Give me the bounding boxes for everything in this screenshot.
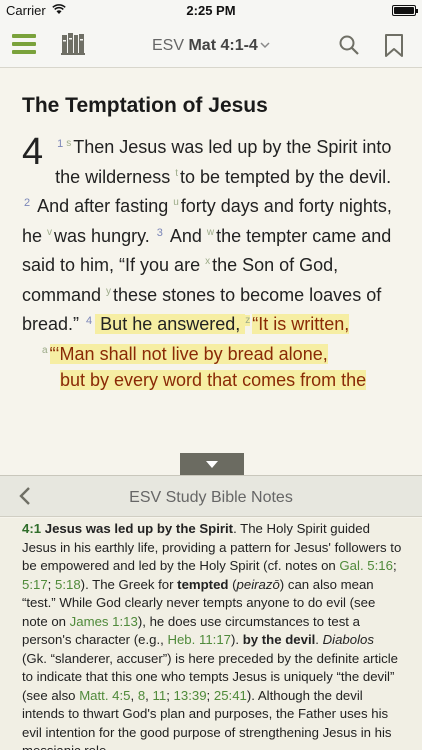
bible-reader[interactable]: The Temptation of Jesus 4 1 s Then Jesus w… [0,69,422,474]
words-of-christ[interactable]: “‘Man shall not live by bread alone, [49,343,328,364]
note-lemma: Jesus was led up by the Spirit [44,521,234,536]
quoted-poetry: a “‘Man shall not live by bread alone, bu… [22,338,407,394]
note-term: tempted [177,576,229,592]
highlighted-text[interactable]: But he answered, [95,314,246,334]
cross-ref-marker[interactable]: w [207,227,214,238]
battery-icon [392,5,418,16]
passage-text: 4 1 s Then Jesus was led up by the Spirit … [22,131,407,394]
top-toolbar: ESV Mat 4:1-4 [0,22,422,68]
cross-ref-marker[interactable]: t [175,168,178,179]
words-of-christ[interactable]: “It is written, [252,314,350,334]
scripture-link[interactable]: 13:39 [174,688,207,703]
library-icon[interactable] [60,32,86,56]
verse-text: was hungry. [54,225,155,246]
note-text: ; [47,576,55,592]
note-text: , [145,687,153,703]
verse-text: And after fasting [33,196,174,216]
scripture-link[interactable]: Heb. 11:17 [167,632,231,647]
study-note: 4:1 Jesus was led up by the Spirit. The … [0,518,422,750]
scripture-link[interactable]: Matt. 4:5 [79,688,130,703]
scripture-link[interactable]: 5:18 [55,577,81,592]
verse-number[interactable]: 2 [24,197,30,209]
note-text: ; [206,687,214,703]
passage-selector[interactable]: ESV Mat 4:1-4 [152,37,258,55]
bookmark-icon[interactable] [384,34,404,58]
passage-reference: Mat 4:1-4 [188,37,258,54]
cross-ref-marker[interactable]: a [42,345,48,356]
menu-icon[interactable] [12,32,38,56]
cross-ref-marker[interactable]: u [173,197,179,208]
clock: 2:25 PM [186,3,236,18]
note-lemma: by the devil [242,632,316,647]
greek-term: peirazō [236,576,280,592]
chevron-down-icon[interactable] [258,38,272,52]
note-text: ). The Greek for [80,576,178,592]
note-text: ( [228,576,237,592]
verse-number[interactable]: 4 [86,315,92,327]
cross-ref-marker[interactable]: y [106,286,111,297]
note-reference[interactable]: 4:1 [22,521,41,536]
bible-version: ESV [152,37,185,54]
verse-number[interactable]: 3 [157,227,163,239]
note-text: , [130,687,138,703]
notes-title: ESV Study Bible Notes [129,489,293,506]
scripture-link[interactable]: 25:41 [214,688,247,703]
chapter-number: 4 [22,131,44,173]
scripture-link[interactable]: Gal. 5:16 [339,558,393,573]
note-text: ). [231,632,243,647]
search-icon[interactable] [338,34,360,56]
scripture-link[interactable]: James 1:13 [70,614,138,629]
scripture-link[interactable]: 11 [153,688,167,703]
cross-ref-marker[interactable]: s [66,138,71,149]
verse-text: to be tempted by the devil. [179,166,392,187]
section-heading: The Temptation of Jesus [22,94,268,117]
status-bar: Carrier 2:25 PM [0,0,422,22]
verse-number[interactable]: 1 [57,138,63,150]
notes-header: ESV Study Bible Notes [0,475,422,517]
cross-ref-marker[interactable]: v [47,227,52,238]
cross-ref-marker[interactable]: x [205,256,210,267]
collapse-notes-button[interactable] [180,453,244,475]
triangle-down-icon [206,461,218,468]
note-text: ; [166,687,174,703]
cross-ref-marker[interactable]: z [245,315,251,326]
note-text: . [315,632,323,647]
verse-text: And [165,225,207,246]
greek-term: Diabolos [322,632,374,647]
note-text: ; [392,558,397,573]
words-of-christ[interactable]: but by every word that comes from the [60,370,367,390]
scripture-link[interactable]: 5:17 [22,577,48,592]
